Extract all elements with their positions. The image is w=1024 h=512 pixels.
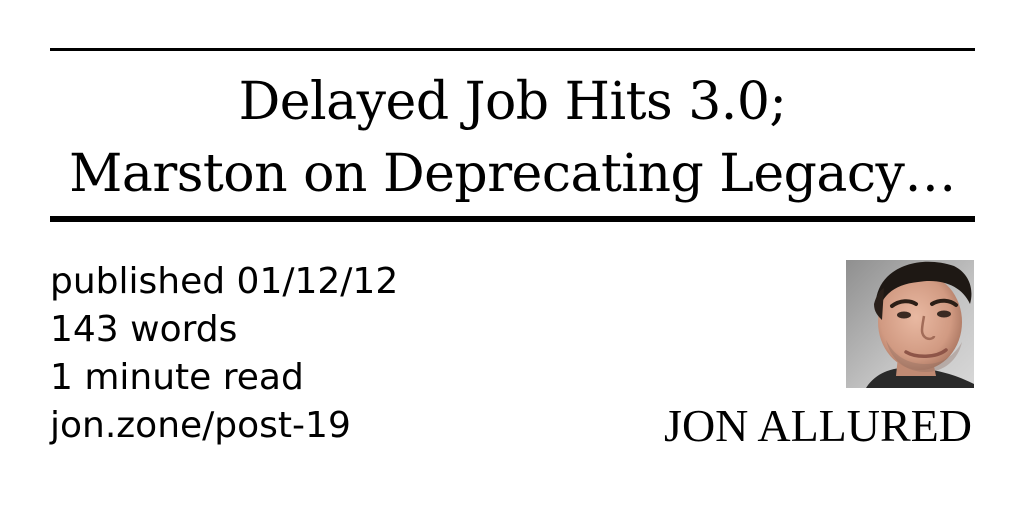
read-time: 1 minute read [50, 357, 304, 398]
post-title: Delayed Job Hits 3.0; Marston on Depreca… [50, 66, 975, 210]
top-rule [50, 48, 975, 51]
author-name: JON ALLURED [664, 400, 972, 451]
post-url: jon.zone/post-19 [50, 405, 351, 446]
word-count: 143 words [50, 309, 238, 350]
published-date: published 01/12/12 [50, 261, 399, 302]
author-portrait-icon [846, 260, 974, 388]
post-meta: published 01/12/12 143 words 1 minute re… [50, 258, 398, 450]
bottom-rule [50, 216, 975, 222]
author-avatar [846, 260, 974, 388]
post-title-line-1: Delayed Job Hits 3.0; [238, 72, 787, 132]
post-title-line-2: Marston on Deprecating Legacy… [69, 144, 956, 204]
